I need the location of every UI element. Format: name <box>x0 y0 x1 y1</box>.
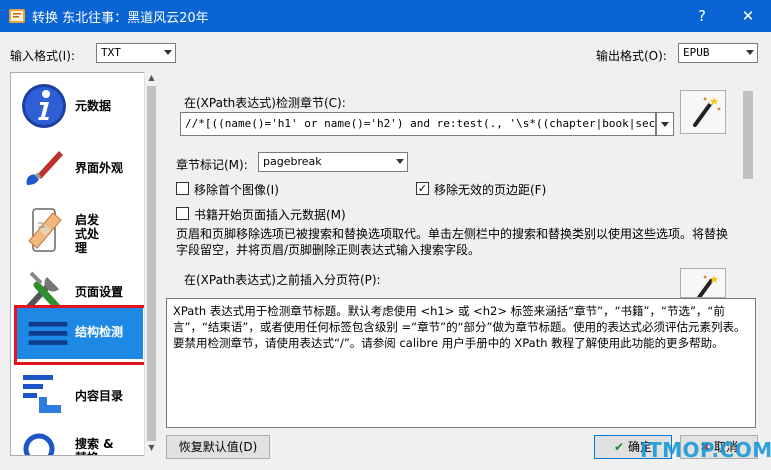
help-button[interactable]: ? <box>679 0 725 32</box>
paintbrush-icon <box>26 151 63 185</box>
chevron-down-icon <box>661 122 669 127</box>
bandage-icon <box>28 208 62 252</box>
sidebar-item-label: 启发式处理 <box>75 213 100 255</box>
sidebar-item-label: 元数据 <box>75 99 112 113</box>
remove-fake-margins-checkbox[interactable]: ✓ <box>416 182 429 195</box>
search-icon <box>23 433 55 455</box>
help-text-box: XPath 表达式用于检测章节标题。默认考虑使用 <h1> 或 <h2> 标签来… <box>166 298 756 428</box>
chapter-xpath-dropdown[interactable] <box>656 112 674 136</box>
input-format-label: 输入格式(I): <box>10 49 75 63</box>
output-format-value: EPUB <box>683 46 710 59</box>
chapter-mark-select[interactable]: pagebreak <box>258 152 408 172</box>
checkmark-icon: ✓ <box>417 182 428 195</box>
chapter-mark-label: 章节标记(M): <box>176 158 248 172</box>
calibre-app-icon <box>9 9 25 23</box>
sidebar-item-metadata[interactable]: 元数据 <box>11 75 145 137</box>
chapter-xpath-wizard-button[interactable] <box>680 90 726 134</box>
sidebar-scrollbar[interactable]: ▲ ▼ <box>144 72 158 456</box>
output-format-label: 输出格式(O): <box>596 49 667 63</box>
sidebar-item-label: 界面外观 <box>75 161 124 175</box>
magic-wand-icon <box>696 275 718 297</box>
toc-icon <box>23 375 61 413</box>
remove-first-image-checkbox[interactable] <box>176 182 189 195</box>
watermark: ITMOP.COM <box>640 438 771 462</box>
magic-wand-icon <box>693 97 721 127</box>
input-format-select[interactable]: TXT <box>96 43 176 63</box>
title-bar: 转换 东北往事：黑道风云20年 ? ✕ <box>0 0 771 32</box>
chevron-down-icon <box>746 50 754 55</box>
remove-fake-margins-label: 移除无效的页边距(F) <box>434 183 547 197</box>
highlight-outline <box>14 305 150 365</box>
sidebar-item-toc[interactable]: 内容目录 <box>11 363 145 425</box>
info-icon <box>22 84 66 128</box>
scrollbar-thumb[interactable] <box>147 86 156 441</box>
chevron-down-icon <box>396 159 404 164</box>
scrollbar-thumb[interactable] <box>743 91 753 179</box>
sidebar-item-label: 页面设置 <box>75 285 124 299</box>
scroll-down-icon[interactable]: ▼ <box>145 442 158 454</box>
chapter-xpath-label: 在(XPath表达式)检测章节(C): <box>184 96 346 110</box>
pagebreak-xpath-label: 在(XPath表达式)之前插入分页符(P): <box>184 273 381 287</box>
sidebar-item-search-replace[interactable]: 搜索 & 替换 <box>11 423 145 455</box>
insert-metadata-label: 书籍开始页面插入元数据(M) <box>194 208 346 222</box>
sidebar-item-label: 搜索 & 替换 <box>75 437 114 455</box>
panel-scrollbar[interactable] <box>740 75 756 295</box>
scroll-up-icon[interactable]: ▲ <box>145 72 158 84</box>
sidebar-item-look-feel[interactable]: 界面外观 <box>11 137 145 199</box>
chapter-mark-value: pagebreak <box>263 155 322 168</box>
chevron-down-icon <box>164 50 172 55</box>
pagebreak-xpath-wizard-button[interactable] <box>680 268 726 298</box>
input-format-value: TXT <box>101 46 121 59</box>
remove-first-image-label: 移除首个图像(I) <box>194 183 279 197</box>
category-sidebar: 元数据 界面外观 启发式处理 页面设置 结构检测 内容目录 搜索 & <box>10 72 158 456</box>
output-format-select[interactable]: EPUB <box>678 43 758 63</box>
chapter-xpath-input[interactable]: //*[((name()='h1' or name()='h2') and re… <box>180 112 656 136</box>
restore-defaults-button[interactable]: 恢复默认值(D) <box>166 435 270 459</box>
window-title: 转换 东北往事：黑道风云20年 <box>32 11 209 26</box>
check-icon: ✔ <box>614 440 625 454</box>
close-button[interactable]: ✕ <box>725 0 771 32</box>
header-footer-description: 页眉和页脚移除选项已被搜索和替换选项取代。单击左侧栏中的搜索和替换类别以使用这些… <box>176 227 729 257</box>
sidebar-item-label: 内容目录 <box>75 389 124 403</box>
sidebar-item-heuristics[interactable]: 启发式处理 <box>11 199 145 261</box>
insert-metadata-checkbox[interactable] <box>176 207 189 220</box>
